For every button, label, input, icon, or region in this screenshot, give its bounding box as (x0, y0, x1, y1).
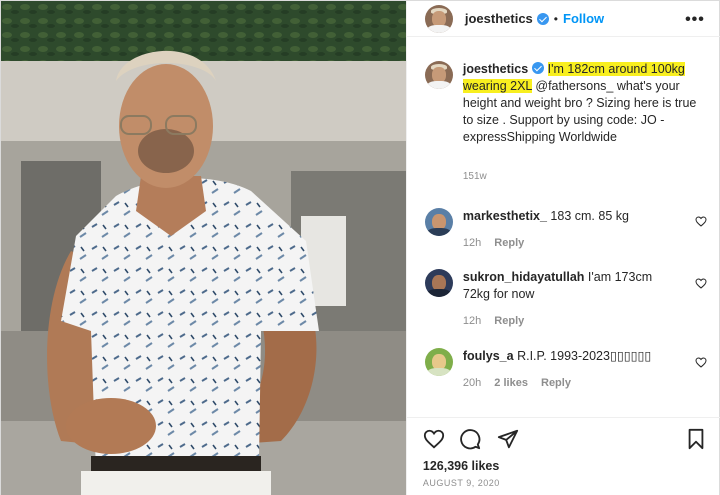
post-side-panel: joesthetics • Follow ••• joesthetics I'm… (405, 1, 720, 495)
caption-username[interactable]: joesthetics (463, 62, 528, 76)
reply-button[interactable]: Reply (541, 377, 571, 389)
comment-like-heart-icon[interactable] (695, 357, 707, 368)
post-date: AUGUST 9, 2020 (422, 478, 500, 488)
more-options-icon[interactable]: ••• (685, 11, 705, 29)
share-icon[interactable] (497, 428, 519, 450)
author-username[interactable]: joesthetics (465, 11, 533, 26)
comment-time[interactable]: 12h (463, 315, 481, 327)
comment-item: sukron_hidayatullah I'am 173cm 72kg for … (424, 269, 720, 330)
commenter-avatar[interactable] (424, 269, 453, 297)
post-actions-bar: 126,396 likes AUGUST 9, 2020 (406, 417, 720, 495)
comment-text: R.I.P. 1993-2023▯▯▯▯▯▯ (513, 349, 652, 363)
commenter-username[interactable]: foulys_a (463, 349, 514, 363)
comment-time[interactable]: 20h (463, 377, 481, 389)
comment-like-heart-icon[interactable] (695, 278, 707, 289)
comment-like-heart-icon[interactable] (695, 216, 707, 227)
commenter-username[interactable]: sukron_hidayatullah (463, 270, 585, 284)
comment-icon[interactable] (459, 428, 481, 450)
follow-button[interactable]: Follow (563, 11, 604, 26)
post-caption: joesthetics I'm 182cm around 100kg weari… (424, 61, 709, 146)
verified-badge-icon (536, 12, 549, 25)
comment-item: markesthetix_ 183 cm. 85 kg 12h Reply (424, 208, 720, 252)
heart-icon[interactable] (423, 428, 445, 450)
comment-meta: 12h Reply (463, 235, 681, 252)
comment-item: foulys_a R.I.P. 1993-2023▯▯▯▯▯▯ 20h 2 li… (424, 348, 720, 392)
comment-meta: 20h 2 likes Reply (463, 375, 681, 392)
caption-avatar[interactable] (424, 61, 453, 89)
post-photo[interactable] (1, 1, 406, 495)
post-header: joesthetics • Follow ••• (406, 1, 720, 37)
post-photo-illustration (1, 1, 406, 495)
caption-text: joesthetics I'm 182cm around 100kg weari… (462, 61, 703, 146)
comment-time[interactable]: 12h (463, 237, 481, 249)
verified-badge-icon (532, 62, 545, 74)
likes-count[interactable]: 126,396 likes (423, 459, 499, 473)
instagram-post: joesthetics • Follow ••• joesthetics I'm… (0, 0, 720, 495)
author-avatar[interactable] (424, 4, 453, 33)
reply-button[interactable]: Reply (494, 315, 524, 327)
reply-button[interactable]: Reply (494, 237, 524, 249)
bookmark-icon[interactable] (685, 428, 707, 450)
separator-dot: • (553, 11, 558, 26)
commenter-avatar[interactable] (424, 208, 453, 236)
commenter-username[interactable]: markesthetix_ (463, 209, 547, 223)
comment-meta: 12h Reply (463, 313, 681, 330)
commenter-avatar[interactable] (424, 348, 453, 376)
caption-timestamp[interactable]: 151w (463, 171, 487, 182)
comment-likes-count[interactable]: 2 likes (494, 377, 528, 389)
comment-text: 183 cm. 85 kg (546, 209, 629, 223)
